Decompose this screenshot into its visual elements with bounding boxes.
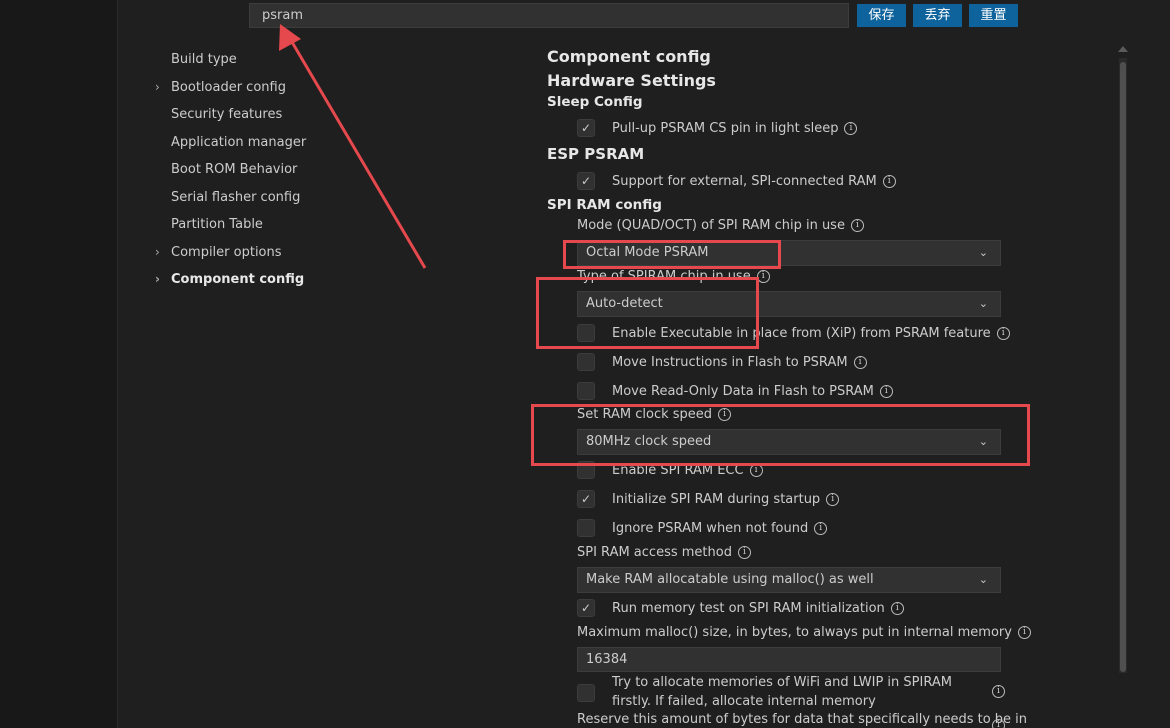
setting-ignore-notfound: Ignore PSRAM when not found i: [577, 518, 828, 538]
info-icon[interactable]: i: [814, 521, 828, 535]
access-select[interactable]: Make RAM allocatable using malloc() as w…: [577, 567, 1001, 593]
chevron-down-icon: ⌄: [978, 297, 988, 310]
search-input[interactable]: psram: [249, 3, 849, 28]
setting-label: Pull-up PSRAM CS pin in light sleep: [612, 120, 839, 136]
setting-support-external-ram: ✓ Support for external, SPI-connected RA…: [577, 171, 896, 191]
setting-label: Move Instructions in Flash to PSRAM: [612, 354, 848, 370]
setting-memtest: ✓ Run memory test on SPI RAM initializat…: [577, 598, 904, 618]
label-text: Mode (QUAD/OCT) of SPI RAM chip in use: [577, 218, 845, 233]
nav-item-label: Bootloader config: [171, 79, 286, 95]
access-label: SPI RAM access method i: [577, 545, 751, 560]
annotation-box-type: [536, 277, 759, 349]
checkbox[interactable]: ✓: [577, 119, 595, 137]
section-title-hardware-settings: Hardware Settings: [547, 71, 716, 90]
info-icon[interactable]: i: [882, 174, 896, 188]
selected-value: Make RAM allocatable using malloc() as w…: [586, 572, 874, 587]
setting-label: Initialize SPI RAM during startup: [612, 491, 821, 507]
info-icon[interactable]: i: [850, 219, 864, 232]
checkbox[interactable]: ✓: [577, 599, 595, 617]
label-text: SPI RAM access method: [577, 545, 732, 560]
reserve-label: Reserve this amount of bytes for data th…: [577, 712, 1028, 727]
setting-move-rodata: Move Read-Only Data in Flash to PSRAM i: [577, 381, 893, 401]
setting-init-startup: ✓ Initialize SPI RAM during startup i: [577, 489, 840, 509]
section-title-esp-psram: ESP PSRAM: [547, 145, 645, 163]
info-icon[interactable]: i: [992, 685, 1005, 698]
checkbox[interactable]: [577, 353, 595, 371]
info-icon[interactable]: i: [853, 355, 867, 369]
activity-sidebar: [0, 0, 118, 728]
checkbox[interactable]: [577, 684, 595, 702]
nav-item-label: Build type: [171, 52, 237, 67]
nav-item-compiler-options[interactable]: › Compiler options: [155, 239, 435, 267]
nav-item-label: Component config: [171, 272, 305, 287]
config-nav: Build type › Bootloader config Security f…: [155, 46, 435, 294]
malloc-size-input[interactable]: 16384: [577, 647, 1001, 672]
setting-label: Support for external, SPI-connected RAM: [612, 173, 877, 189]
chevron-down-icon: ⌄: [978, 246, 988, 259]
info-icon[interactable]: i: [879, 384, 893, 398]
nav-item-label: Partition Table: [171, 217, 263, 232]
save-button[interactable]: 保存: [857, 4, 906, 27]
nav-item-build-type[interactable]: Build type: [155, 46, 435, 74]
scrollbar-thumb[interactable]: [1120, 62, 1126, 672]
checkbox[interactable]: ✓: [577, 490, 595, 508]
setting-label: Move Read-Only Data in Flash to PSRAM: [612, 383, 874, 399]
setting-pullup-psram-cs: ✓ Pull-up PSRAM CS pin in light sleep i: [577, 118, 858, 138]
nav-item-label: Boot ROM Behavior: [171, 162, 298, 177]
info-icon[interactable]: i: [890, 601, 904, 615]
annotation-box-clock: [531, 404, 1030, 466]
nav-item-security-features[interactable]: Security features: [155, 101, 435, 129]
section-title-sleep-config: Sleep Config: [547, 94, 643, 110]
nav-item-boot-rom-behavior[interactable]: Boot ROM Behavior: [155, 156, 435, 184]
chevron-right-icon: ›: [155, 244, 160, 259]
checkbox[interactable]: [577, 382, 595, 400]
nav-item-label: Compiler options: [171, 244, 282, 260]
section-title-spi-ram-config: SPI RAM config: [547, 197, 662, 213]
info-icon[interactable]: i: [996, 326, 1010, 340]
setting-label: Try to allocate memories of WiFi and LWI…: [612, 675, 952, 709]
chevron-right-icon: ›: [155, 272, 160, 286]
info-icon[interactable]: i: [737, 546, 751, 559]
nav-item-label: Serial flasher config: [171, 189, 301, 205]
setting-label: Run memory test on SPI RAM initializatio…: [612, 600, 885, 616]
setting-label: Ignore PSRAM when not found: [612, 520, 809, 536]
info-icon[interactable]: i: [992, 719, 1005, 728]
reset-button[interactable]: 重置: [969, 4, 1018, 27]
section-title-component-config: Component config: [547, 47, 711, 66]
nav-item-label: Application manager: [171, 134, 307, 150]
checkbox[interactable]: ✓: [577, 172, 595, 190]
label-text: Maximum malloc() size, in bytes, to alwa…: [577, 625, 1012, 640]
nav-item-bootloader-config[interactable]: › Bootloader config: [155, 74, 435, 102]
nav-item-label: Security features: [171, 107, 283, 122]
info-icon[interactable]: i: [844, 121, 858, 135]
mode-label: Mode (QUAD/OCT) of SPI RAM chip in use i: [577, 218, 864, 233]
nav-item-application-manager[interactable]: Application manager: [155, 129, 435, 157]
nav-item-serial-flasher-config[interactable]: Serial flasher config: [155, 184, 435, 212]
setting-move-instructions: Move Instructions in Flash to PSRAM i: [577, 352, 867, 372]
info-icon[interactable]: i: [826, 492, 840, 506]
nav-item-component-config[interactable]: › Component config: [155, 266, 435, 294]
malloc-label: Maximum malloc() size, in bytes, to alwa…: [577, 625, 1031, 640]
info-icon[interactable]: i: [1017, 626, 1031, 639]
checkbox[interactable]: [577, 519, 595, 537]
annotation-box-mode: [563, 240, 781, 269]
chevron-down-icon: ⌄: [978, 573, 988, 586]
discard-button[interactable]: 丢弃: [913, 4, 962, 27]
scroll-up-arrow-icon[interactable]: [1118, 46, 1128, 52]
chevron-right-icon: ›: [155, 79, 160, 94]
setting-wifi-lwip: [577, 684, 595, 702]
nav-item-partition-table[interactable]: Partition Table: [155, 211, 435, 239]
